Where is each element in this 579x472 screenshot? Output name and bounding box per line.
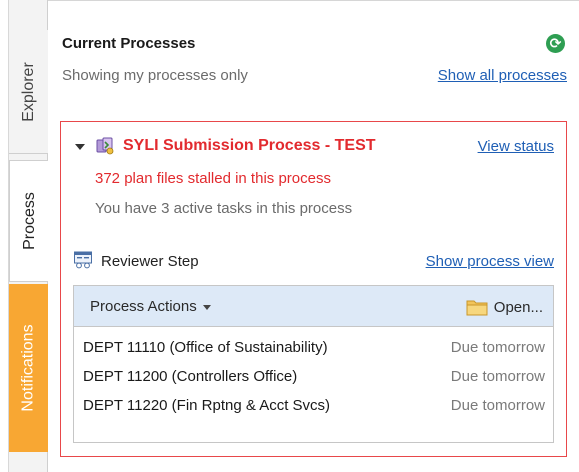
side-tab-rail: Explorer Process Notifications (0, 0, 49, 472)
page-title: Current Processes (62, 35, 196, 52)
task-name: DEPT 11220 (Fin Rptng & Acct Svcs) (83, 397, 331, 414)
process-actions-label: Process Actions (90, 298, 197, 315)
tab-explorer-label: Explorer (19, 61, 37, 122)
active-tasks-count: You have 3 active tasks in this process (95, 200, 353, 217)
open-button[interactable]: Open... (466, 295, 543, 319)
tab-process-label: Process (20, 192, 38, 250)
process-workflow-icon (96, 137, 114, 155)
tab-notifications[interactable]: Notifications (9, 284, 48, 452)
tab-explorer[interactable]: Explorer (9, 30, 48, 154)
step-label: Reviewer Step (101, 253, 199, 270)
tab-process[interactable]: Process (9, 160, 49, 282)
task-table-toolbar: Process Actions Open... (74, 286, 553, 327)
refresh-icon[interactable]: ⟳ (546, 34, 565, 53)
open-button-label: Open... (493, 298, 543, 316)
process-name: SYLI Submission Process - TEST (123, 137, 376, 154)
task-name: DEPT 11110 (Office of Sustainability) (83, 339, 328, 356)
process-panel-window: Explorer Process Notifications Current P… (0, 0, 579, 472)
task-row[interactable]: DEPT 11220 (Fin Rptng & Acct Svcs) Due t… (74, 391, 553, 420)
stalled-files-warning: 372 plan files stalled in this process (95, 170, 331, 187)
reviewer-step-icon (74, 251, 92, 269)
collapse-caret-icon[interactable] (75, 144, 85, 150)
view-status-link[interactable]: View status (478, 138, 554, 155)
task-due: Due tomorrow (450, 397, 545, 414)
process-card: SYLI Submission Process - TEST View stat… (60, 121, 567, 457)
task-due: Due tomorrow (450, 339, 545, 356)
task-row[interactable]: DEPT 11200 (Controllers Office) Due tomo… (74, 362, 553, 391)
task-due: Due tomorrow (450, 368, 545, 385)
show-process-view-link[interactable]: Show process view (426, 253, 554, 270)
filter-status-text: Showing my processes only (62, 67, 248, 84)
chevron-down-icon (202, 304, 211, 310)
task-list: DEPT 11110 (Office of Sustainability) Du… (74, 327, 553, 420)
task-row[interactable]: DEPT 11110 (Office of Sustainability) Du… (74, 333, 553, 362)
process-actions-dropdown[interactable]: Process Actions (90, 298, 211, 315)
folder-icon (466, 300, 488, 316)
current-processes-panel: Current Processes ⟳ Showing my processes… (48, 0, 579, 472)
tab-notifications-label: Notifications (19, 324, 37, 412)
task-table: Process Actions Open... DEPT 11110 (Offi… (73, 285, 554, 443)
task-name: DEPT 11200 (Controllers Office) (83, 368, 298, 385)
show-all-processes-link[interactable]: Show all processes (438, 67, 567, 84)
